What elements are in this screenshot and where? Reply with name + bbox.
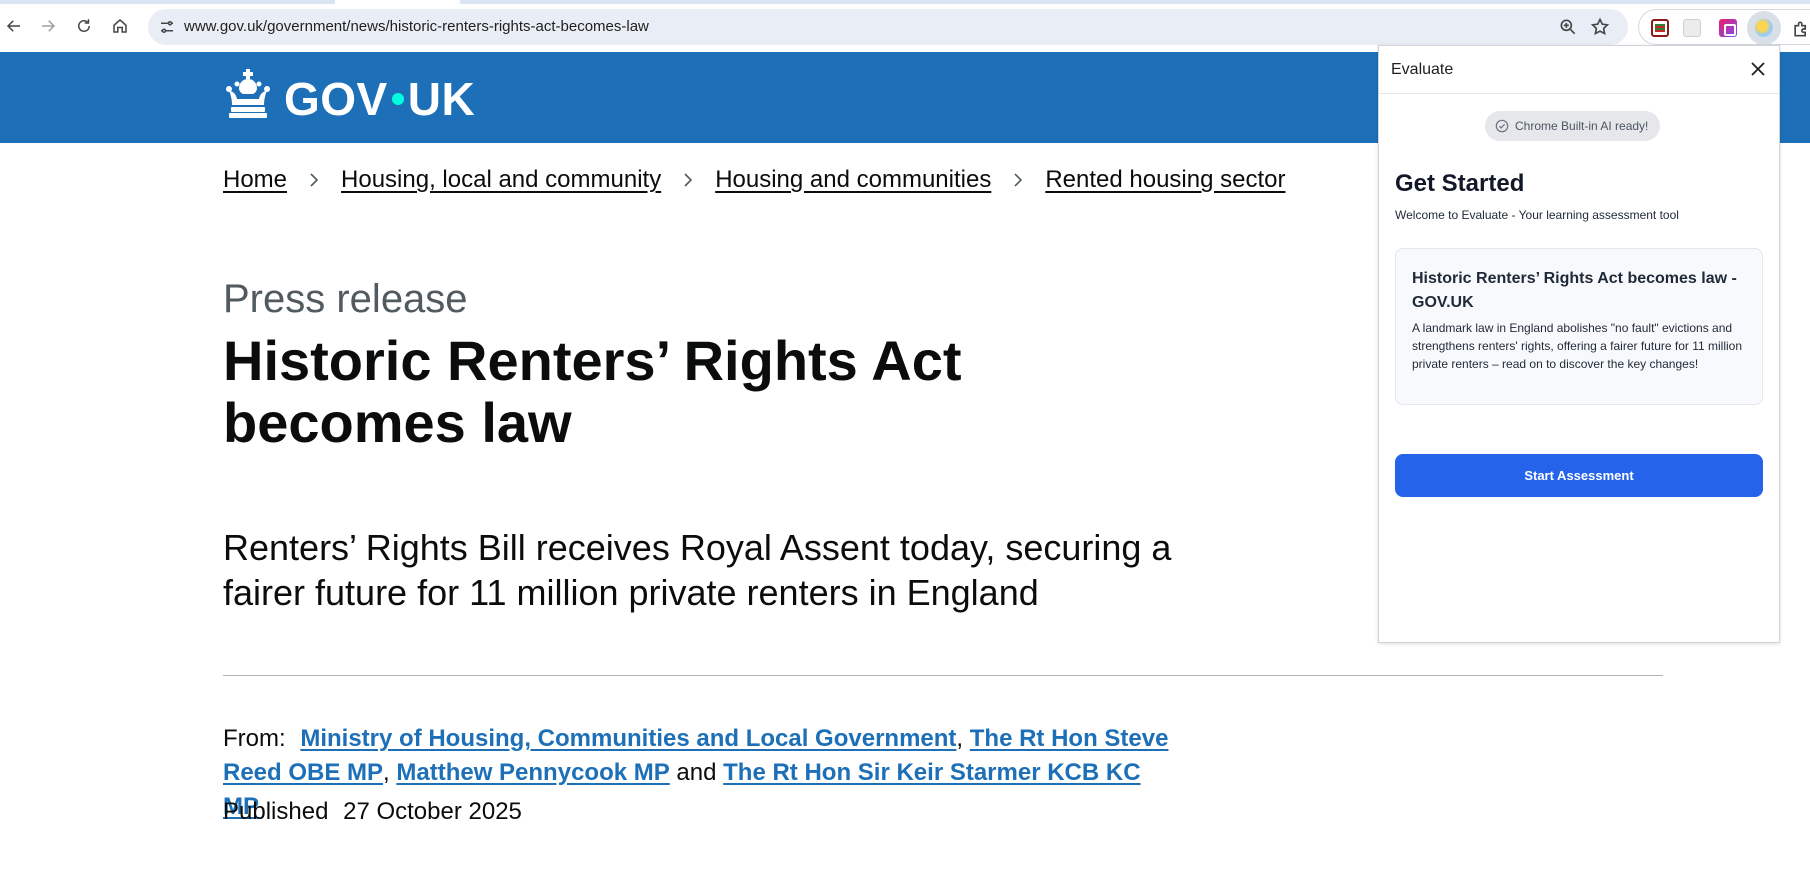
ai-status-text: Chrome Built-in AI ready! xyxy=(1515,119,1649,133)
purple-extension-icon[interactable] xyxy=(1719,19,1737,37)
separator-and: and xyxy=(676,759,717,786)
ai-status-badge: Chrome Built-in AI ready! xyxy=(1485,111,1661,141)
breadcrumb-home[interactable]: Home xyxy=(223,166,287,194)
separator-comma: , xyxy=(383,759,390,786)
published-date: 27 October 2025 xyxy=(343,798,522,825)
document-type-caption: Press release xyxy=(223,277,468,321)
home-icon[interactable] xyxy=(108,14,132,38)
logo-dot-icon xyxy=(391,93,404,105)
start-assessment-button[interactable]: Start Assessment xyxy=(1395,454,1763,497)
logo-text-gov: GOV xyxy=(284,73,388,125)
extensions-area xyxy=(1638,9,1810,45)
separator-comma: , xyxy=(956,725,964,752)
card-description: A landmark law in England abolishes "no … xyxy=(1412,321,1743,371)
tab-strip xyxy=(0,0,1810,4)
org-link-mhclg[interactable]: Ministry of Housing, Communities and Loc… xyxy=(300,725,956,752)
url-text[interactable]: www.gov.uk/government/news/historic-rent… xyxy=(184,18,649,35)
breadcrumb-rented-housing-sector[interactable]: Rented housing sector xyxy=(1045,166,1285,194)
page-summary-card: Historic Renters’ Rights Act becomes law… xyxy=(1395,248,1763,405)
zoom-icon[interactable] xyxy=(1558,17,1578,37)
reload-icon[interactable] xyxy=(72,14,96,38)
get-started-subtitle: Welcome to Evaluate - Your learning asse… xyxy=(1395,208,1679,222)
person-link-matthew-pennycook[interactable]: Matthew Pennycook MP xyxy=(396,759,669,786)
panel-header: Evaluate xyxy=(1379,46,1779,94)
close-icon[interactable] xyxy=(1749,60,1767,78)
breadcrumb-housing-local-community[interactable]: Housing, local and community xyxy=(341,166,661,194)
from-label: From: xyxy=(223,725,286,752)
breadcrumb: Home Housing, local and community Housin… xyxy=(223,166,1285,194)
extensions-puzzle-icon[interactable] xyxy=(1791,19,1810,39)
evaluate-extension-icon[interactable] xyxy=(1755,19,1773,37)
published-label: Published xyxy=(223,798,329,825)
section-divider xyxy=(223,675,1663,676)
panel-title: Evaluate xyxy=(1391,61,1454,78)
card-title: Historic Renters’ Rights Act becomes law… xyxy=(1412,270,1737,311)
chevron-right-icon xyxy=(310,173,319,187)
blank-extension-icon[interactable] xyxy=(1683,19,1701,37)
chevron-right-icon xyxy=(1014,173,1023,187)
calendar-extension-icon[interactable] xyxy=(1651,19,1669,37)
crown-logo-icon[interactable] xyxy=(223,69,273,119)
page-title: Historic Renters’ Rights Act becomes law xyxy=(223,329,962,454)
bookmark-star-icon[interactable] xyxy=(1590,17,1610,37)
check-badge-icon xyxy=(1495,119,1509,133)
forward-icon[interactable] xyxy=(36,14,60,38)
site-settings-icon[interactable] xyxy=(158,18,176,36)
back-icon[interactable] xyxy=(2,14,26,38)
evaluate-side-panel: Evaluate Chrome Built-in AI ready! Get S… xyxy=(1378,45,1780,643)
logo-text-uk: UK xyxy=(407,73,476,125)
breadcrumb-housing-communities[interactable]: Housing and communities xyxy=(715,166,991,194)
article-summary: Renters’ Rights Bill receives Royal Asse… xyxy=(223,527,1172,613)
chevron-right-icon xyxy=(684,173,693,187)
address-bar[interactable]: www.gov.uk/government/news/historic-rent… xyxy=(148,9,1628,45)
published-metadata: Published 27 October 2025 xyxy=(223,798,522,826)
get-started-heading: Get Started xyxy=(1395,170,1525,197)
govuk-logotype[interactable]: GOV UK xyxy=(284,72,475,126)
